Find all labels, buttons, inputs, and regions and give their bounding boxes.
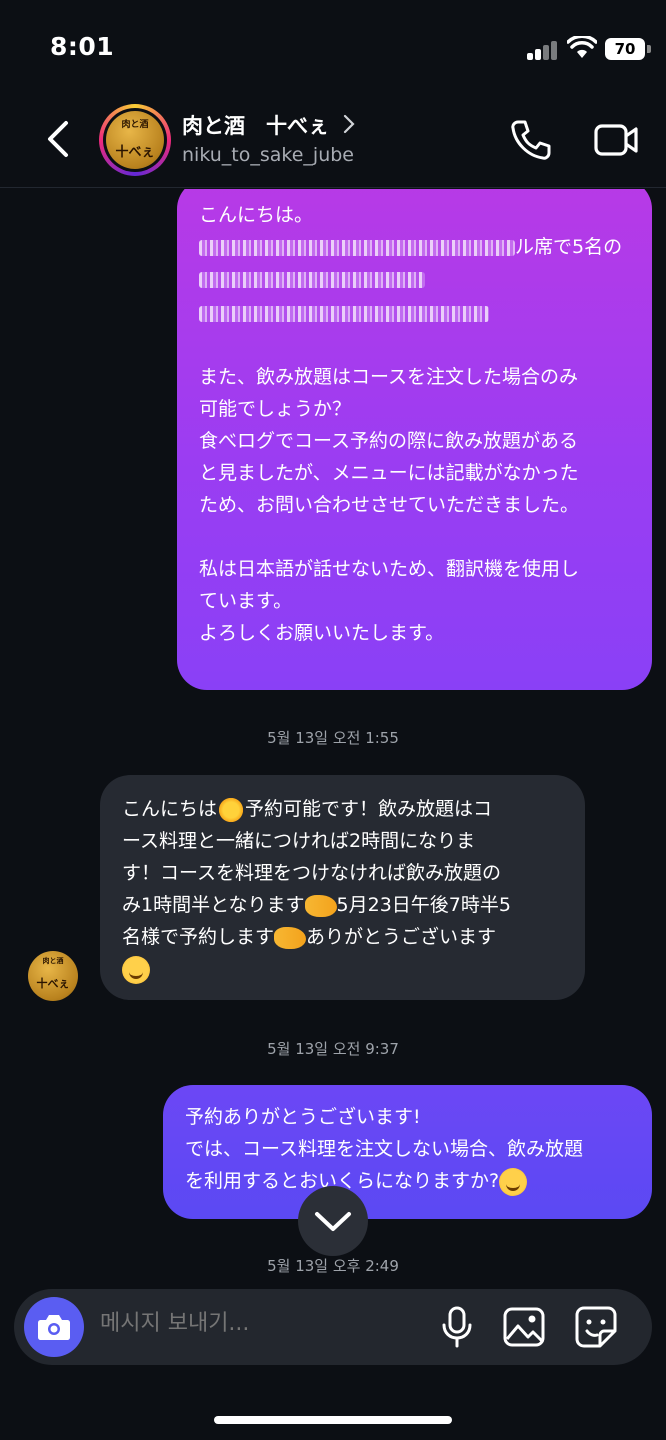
- message-line-redacted: [199, 263, 630, 295]
- phone-icon[interactable]: [508, 118, 552, 162]
- message-line-redacted: [199, 297, 630, 329]
- message-text: 予約ありがとうございます! では、コース料理を注文しない場合、飲み放題 を利用す…: [185, 1101, 630, 1197]
- sender-avatar[interactable]: 肉と酒 十べぇ: [28, 951, 78, 1001]
- smiling-face-emoji-icon: [122, 955, 150, 984]
- message-paragraph: また、飲み放題はコースを注文した場合のみ 可能でしょうか？ 食べログでコース予約…: [199, 366, 580, 516]
- battery-cap: [647, 45, 651, 53]
- contact-name[interactable]: 肉と酒 十べぇ: [182, 110, 329, 140]
- video-camera-icon[interactable]: [593, 120, 639, 160]
- chat-header: 肉と酒 十べぇ 肉と酒 十べぇ niku_to_sake_jube: [0, 96, 666, 188]
- home-indicator[interactable]: [214, 1416, 452, 1424]
- message-timestamp: 5월 13일 오전 9:37: [267, 1040, 399, 1058]
- message-paragraph: 私は日本語が話せないため、翻訳機を使用し ています。 よろしくお願いいたします。: [199, 558, 580, 644]
- contact-username[interactable]: niku_to_sake_jube: [182, 144, 354, 166]
- redacted-text: [199, 239, 515, 256]
- camera-button[interactable]: [24, 1297, 84, 1357]
- message-fragment: こんにちは: [122, 798, 218, 820]
- pointing-hand-emoji-icon: [274, 926, 307, 949]
- smiling-face-emoji-icon: [499, 1167, 528, 1196]
- message-composer: [14, 1289, 652, 1365]
- avatar-logo-main: 十べぇ: [36, 977, 70, 990]
- sun-emoji-icon: [217, 795, 246, 824]
- redacted-text: [199, 305, 489, 322]
- gallery-icon[interactable]: [502, 1306, 546, 1348]
- redacted-text: [199, 271, 425, 288]
- avatar-logo-top: 肉と酒: [42, 957, 64, 965]
- message-fragment: ル席で5名の: [515, 236, 623, 258]
- back-arrow-icon[interactable]: [40, 118, 80, 160]
- message-line-redacted: ル席で5名の: [199, 231, 630, 263]
- message-timestamp: 5월 13일 오후 2:49: [267, 1257, 399, 1275]
- status-bar: 8:01 70: [0, 0, 666, 96]
- signal-icon: [527, 40, 559, 60]
- status-time: 8:01: [50, 32, 115, 61]
- message-thread[interactable]: こんにちは。 ル席で5名の また、飲み放題はコースを注文した場合のみ 可能でしょ…: [0, 189, 666, 1289]
- outgoing-message[interactable]: こんにちは。 ル席で5名の また、飲み放題はコースを注文した場合のみ 可能でしょ…: [177, 189, 652, 690]
- pointing-hand-emoji-icon: [304, 894, 337, 917]
- message-line: こんにちは。: [199, 204, 314, 226]
- message-fragment: ありがとうございます: [306, 926, 497, 948]
- profile-avatar[interactable]: 肉と酒 十べぇ: [99, 104, 171, 176]
- message-text: こんにちは 予約可能です！飲み放題はコ ース料理と一緒につければ2時間になりま す…: [122, 793, 563, 985]
- chevron-down-icon: [315, 1212, 351, 1231]
- sticker-icon[interactable]: [574, 1305, 618, 1349]
- microphone-icon[interactable]: [439, 1305, 475, 1349]
- outgoing-message[interactable]: 予約ありがとうございます! では、コース料理を注文しない場合、飲み放題 を利用す…: [163, 1085, 652, 1219]
- camera-icon: [38, 1315, 70, 1340]
- wifi-icon: [567, 36, 597, 58]
- battery-indicator: 70: [605, 38, 645, 60]
- message-input[interactable]: [100, 1311, 420, 1336]
- chevron-right-icon[interactable]: [342, 114, 356, 134]
- scroll-to-bottom-button[interactable]: [298, 1186, 368, 1256]
- incoming-message[interactable]: こんにちは 予約可能です！飲み放題はコ ース料理と一緒につければ2時間になりま す…: [100, 775, 585, 1000]
- avatar-logo-top: 肉と酒: [121, 120, 149, 130]
- avatar-logo-main: 十べぇ: [115, 145, 155, 160]
- message-timestamp: 5월 13일 오전 1:55: [267, 729, 399, 747]
